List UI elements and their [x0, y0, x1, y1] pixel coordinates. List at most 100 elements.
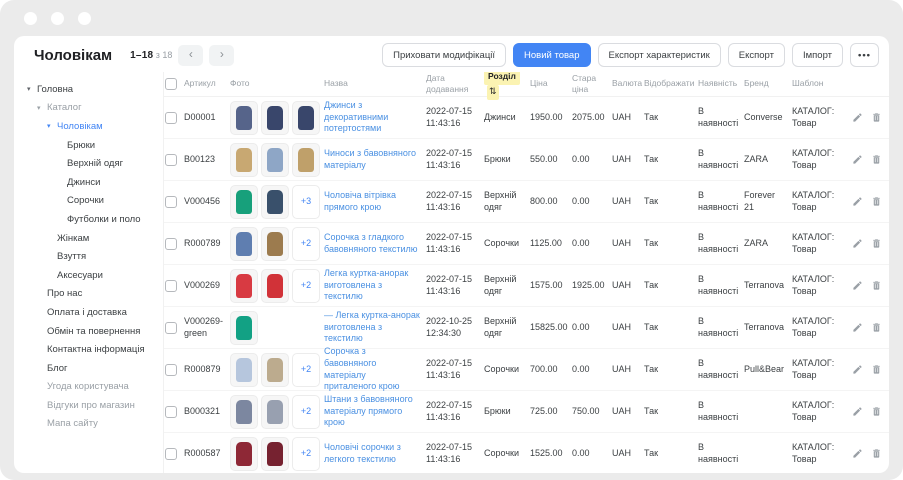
more-photos-badge[interactable]: +2: [292, 227, 320, 261]
product-photo[interactable]: [230, 311, 258, 345]
more-photos-badge[interactable]: +2: [292, 437, 320, 471]
product-photo[interactable]: [292, 101, 320, 135]
product-photo[interactable]: [261, 353, 289, 387]
sidebar-item[interactable]: ▾Оплата і доставка: [14, 303, 163, 322]
product-photo[interactable]: [230, 143, 258, 177]
sidebar-item[interactable]: ▾Футболки и поло: [14, 210, 163, 229]
sidebar-item[interactable]: ▾Контактна інформація: [14, 340, 163, 359]
product-photo[interactable]: [261, 101, 289, 135]
product-photo[interactable]: [261, 269, 289, 303]
col-header-brand[interactable]: Бренд: [744, 78, 792, 89]
product-photo[interactable]: [230, 185, 258, 219]
product-name-link[interactable]: Сорочка з бавовняного матеріалу притален…: [324, 346, 399, 391]
col-header-currency[interactable]: Валюта: [612, 78, 644, 89]
hide-modifications-button[interactable]: Приховати модифікації: [382, 43, 506, 67]
edit-icon[interactable]: [852, 112, 863, 123]
sidebar-item[interactable]: ▾Блог: [14, 359, 163, 378]
edit-icon[interactable]: [852, 322, 863, 333]
delete-icon[interactable]: [871, 196, 882, 207]
sidebar-item[interactable]: ▾Відгуки про магазин: [14, 396, 163, 415]
edit-icon[interactable]: [852, 280, 863, 291]
row-checkbox[interactable]: [165, 280, 177, 292]
product-photo[interactable]: [230, 437, 258, 471]
product-photo[interactable]: [261, 437, 289, 471]
sidebar-item[interactable]: ▾Про нас: [14, 285, 163, 304]
product-photo[interactable]: [230, 101, 258, 135]
window-dot-icon[interactable]: [24, 12, 37, 25]
col-header-section[interactable]: Розділ⇅: [484, 72, 530, 100]
row-checkbox[interactable]: [165, 364, 177, 376]
col-header-photo[interactable]: Фото: [230, 78, 324, 89]
product-photo[interactable]: [292, 143, 320, 177]
product-photo[interactable]: [261, 185, 289, 219]
next-page-button[interactable]: ›: [209, 45, 234, 66]
sidebar-item[interactable]: ▾Верхній одяг: [14, 154, 163, 173]
col-header-date[interactable]: Дата додавання: [426, 73, 484, 95]
delete-icon[interactable]: [871, 238, 882, 249]
row-checkbox[interactable]: [165, 154, 177, 166]
product-photo[interactable]: [230, 353, 258, 387]
sidebar-item[interactable]: ▾Угода користувача: [14, 378, 163, 397]
product-name-link[interactable]: Сорочка з гладкого бавовняного текстилю: [324, 232, 418, 254]
sidebar-item[interactable]: ▾Обмін та повернення: [14, 322, 163, 341]
col-header-price[interactable]: Ціна: [530, 78, 572, 89]
col-header-name[interactable]: Назва: [324, 78, 426, 89]
product-photo[interactable]: [261, 395, 289, 429]
window-dot-icon[interactable]: [78, 12, 91, 25]
product-photo[interactable]: [230, 269, 258, 303]
product-photo[interactable]: [261, 227, 289, 261]
product-photo[interactable]: [230, 227, 258, 261]
product-name-link[interactable]: Легка куртка-анорак виготовлена з тексти…: [324, 268, 408, 301]
edit-icon[interactable]: [852, 406, 863, 417]
delete-icon[interactable]: [871, 280, 882, 291]
sidebar-item[interactable]: ▾Головна: [14, 80, 163, 99]
row-checkbox[interactable]: [165, 238, 177, 250]
product-name-link[interactable]: Чиноси з бавовняного матеріалу: [324, 148, 416, 170]
product-name-link[interactable]: Штани з бавовняного матеріалу прямого кр…: [324, 394, 413, 427]
more-photos-badge[interactable]: +2: [292, 269, 320, 303]
product-name-link[interactable]: — Легка куртка-анорак виготовлена з текс…: [324, 310, 420, 343]
sidebar-item[interactable]: ▾Сорочки: [14, 192, 163, 211]
new-product-button[interactable]: Новий товар: [513, 43, 590, 67]
sidebar-item[interactable]: ▾Джинси: [14, 173, 163, 192]
sidebar-item[interactable]: ▾Жінкам: [14, 229, 163, 248]
row-checkbox[interactable]: [165, 406, 177, 418]
col-header-sku[interactable]: Артикул: [184, 78, 230, 89]
edit-icon[interactable]: [852, 154, 863, 165]
product-name-link[interactable]: Джинси з декоративними потертостями: [324, 100, 388, 133]
edit-icon[interactable]: [852, 238, 863, 249]
product-photo[interactable]: [261, 143, 289, 177]
sort-icon[interactable]: ⇅: [487, 85, 499, 100]
col-header-display[interactable]: Відображати: [644, 78, 698, 89]
delete-icon[interactable]: [871, 406, 882, 417]
more-photos-badge[interactable]: +2: [292, 353, 320, 387]
sidebar-item[interactable]: ▾Мапа сайту: [14, 415, 163, 434]
sidebar-item[interactable]: ▾Аксесуари: [14, 266, 163, 285]
col-header-old-price[interactable]: Стара ціна: [572, 73, 612, 95]
more-photos-badge[interactable]: +2: [292, 395, 320, 429]
edit-icon[interactable]: [852, 364, 863, 375]
prev-page-button[interactable]: ‹: [178, 45, 203, 66]
more-photos-badge[interactable]: +3: [292, 185, 320, 219]
more-button[interactable]: •••: [850, 43, 879, 67]
select-all-checkbox[interactable]: [165, 78, 177, 90]
col-header-template[interactable]: Шаблон: [792, 78, 852, 89]
window-dot-icon[interactable]: [51, 12, 64, 25]
delete-icon[interactable]: [871, 154, 882, 165]
sidebar-item[interactable]: ▾Каталог: [14, 99, 163, 118]
row-checkbox[interactable]: [165, 448, 177, 460]
row-checkbox[interactable]: [165, 196, 177, 208]
export-button[interactable]: Експорт: [728, 43, 785, 67]
sidebar-item[interactable]: ▾Чоловікам: [14, 117, 163, 136]
export-attributes-button[interactable]: Експорт характеристик: [598, 43, 721, 67]
sidebar-item[interactable]: ▾Взуття: [14, 247, 163, 266]
sidebar-item[interactable]: ▾Брюки: [14, 136, 163, 155]
product-name-link[interactable]: Чоловіча вітрівка прямого крою: [324, 190, 396, 212]
delete-icon[interactable]: [871, 112, 882, 123]
col-header-availability[interactable]: Наявність: [698, 78, 744, 89]
row-checkbox[interactable]: [165, 112, 177, 124]
edit-icon[interactable]: [852, 448, 863, 459]
product-photo[interactable]: [230, 395, 258, 429]
import-button[interactable]: Імпорт: [792, 43, 843, 67]
delete-icon[interactable]: [871, 322, 882, 333]
